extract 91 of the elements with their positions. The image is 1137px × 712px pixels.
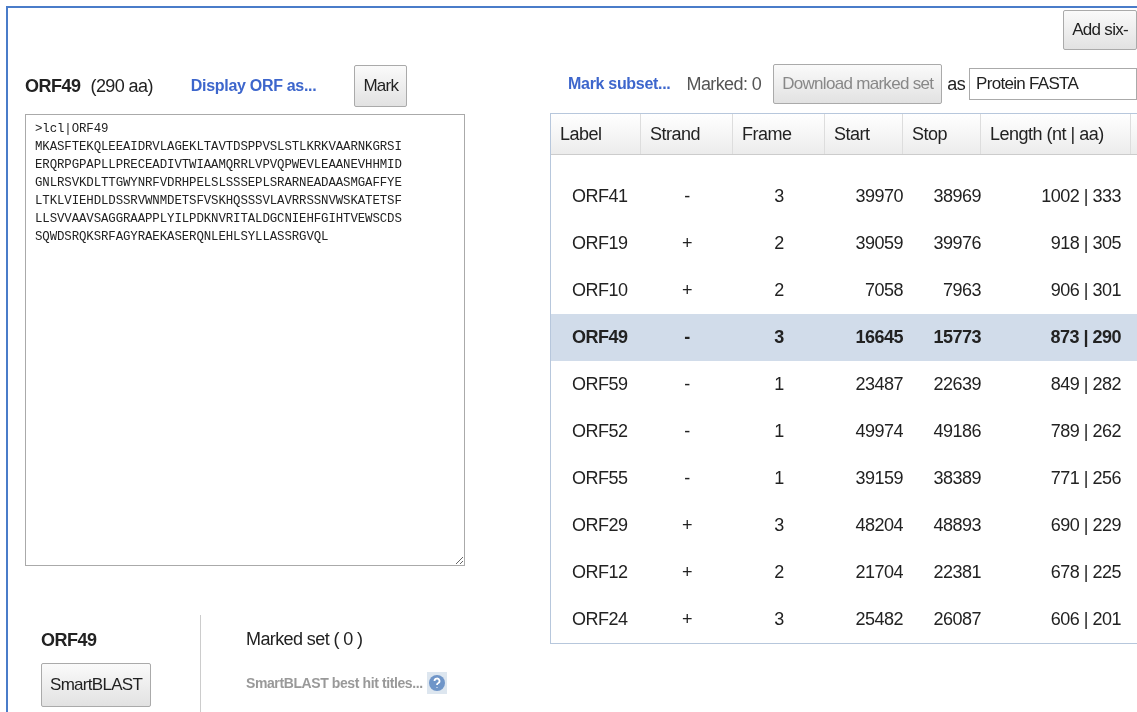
table-cell-text: 3 xyxy=(773,185,785,208)
table-cell-text: 906 | 301 xyxy=(1049,279,1122,302)
table-cell-text: 1 xyxy=(773,467,785,490)
table-cell-text: 3 xyxy=(773,608,785,631)
best-hit-titles-label: SmartBLAST best hit titles... xyxy=(246,675,423,691)
table-cell-text: - xyxy=(683,373,691,396)
table-cell-text: 15773 xyxy=(932,326,981,349)
table-cell-text: 678 | 225 xyxy=(1049,561,1122,584)
table-cell-text: 38389 xyxy=(932,467,981,490)
display-orf-link[interactable]: Display ORF as... xyxy=(190,77,317,95)
smartblast-button[interactable]: SmartBLAST xyxy=(41,663,152,707)
mark-button[interactable]: Mark xyxy=(354,65,408,107)
table-row[interactable]: ORF19 + 2 39059 39976 918 | 305 xyxy=(551,220,1137,267)
marked-count: Marked: 0 xyxy=(686,73,762,95)
table-cell-text: 22639 xyxy=(932,373,981,396)
table-cell-text: 48204 xyxy=(854,514,903,537)
table-cell-text: 16645 xyxy=(854,326,903,349)
table-cell-text: 2 xyxy=(773,279,785,302)
table-cell-text: + xyxy=(681,232,693,255)
table-cell-text: 7058 xyxy=(863,279,903,302)
table-cell-text: ORF41 xyxy=(571,185,629,208)
column-header[interactable]: Strand xyxy=(641,114,733,154)
sequence-text-area[interactable]: >lcl|ORF49 MKASFTEKQLEEAIDRVLAGEKLTAVTDSPPVSLSTLKRKVAARNKGRSI ERQRPGPAPLLPRECEADIVTWIAAMQRRLVPVQPWEVLEAANEVHHMID GNLRSVKDLTTGWYNRFVDRHPELSLSSSEPLSRARNEADAASMGAFFYE LTKLVIEHDLDSSRVWNMDETSFVSKHQSSSVLAVRRSSNVWSKATETSF LLSVVAAVSAGGRAAPPLYILPDKNVRITALDGCNIEHFGIHTVEWSCDS SQWDSRQKSRFAGYRAEKASERQNLEHLSYLLASSRGVQL xyxy=(25,114,465,566)
table-cell-text: - xyxy=(683,326,691,349)
table-cell-text: 771 | 256 xyxy=(1049,467,1122,490)
add-six-frame-button[interactable]: Add six- xyxy=(1063,10,1137,50)
column-header[interactable]: Stop xyxy=(903,114,981,154)
table-cell-text: ORF29 xyxy=(571,514,629,537)
table-cell-text: ORF49 xyxy=(571,326,629,349)
table-cell-text: 22381 xyxy=(932,561,981,584)
table-cell-text: + xyxy=(681,279,693,302)
table-cell-text: 2 xyxy=(773,232,785,255)
table-cell-text: 23487 xyxy=(854,373,903,396)
table-cell-text: + xyxy=(681,608,693,631)
table-cell-text: 918 | 305 xyxy=(1049,232,1122,255)
table-row[interactable]: ORF49 - 3 16645 15773 873 | 290 xyxy=(551,314,1137,361)
table-row[interactable]: ORF41 - 3 39970 38969 1002 | 333 xyxy=(551,173,1137,220)
table-cell-text: 3 xyxy=(773,514,785,537)
table-cell-text: 39159 xyxy=(854,467,903,490)
table-cell-text: ORF52 xyxy=(571,420,629,443)
table-cell-text: 48893 xyxy=(932,514,981,537)
table-cell-text: 1 xyxy=(773,373,785,396)
table-cell-text: ORF19 xyxy=(571,232,629,255)
table-cell-text: 789 | 262 xyxy=(1049,420,1122,443)
table-row[interactable]: ORF59 - 1 23487 22639 849 | 282 xyxy=(551,361,1137,408)
table-cell-text: - xyxy=(683,185,691,208)
orf-name: ORF49 xyxy=(25,75,81,97)
table-cell-text: 26087 xyxy=(932,608,981,631)
table-cell-text: 21704 xyxy=(854,561,903,584)
table-cell-text: ORF55 xyxy=(571,467,629,490)
column-header[interactable]: Frame xyxy=(733,114,825,154)
table-row[interactable]: ORF52 - 1 49974 49186 789 | 262 xyxy=(551,408,1137,455)
table-row[interactable]: ORF10 + 2 7058 7963 906 | 301 xyxy=(551,267,1137,314)
table-cell-text: + xyxy=(681,561,693,584)
table-cell-text: 25482 xyxy=(854,608,903,631)
table-cell-text: 3 xyxy=(773,326,785,349)
table-row[interactable]: ORF12 + 2 21704 22381 678 | 225 xyxy=(551,549,1137,596)
table-cell-text: + xyxy=(681,514,693,537)
table-cell-text: - xyxy=(683,467,691,490)
help-icon[interactable] xyxy=(426,672,447,694)
mark-subset-link[interactable]: Mark subset... xyxy=(568,75,671,93)
table-cell-text: 39970 xyxy=(854,185,903,208)
table-cell-text: 49974 xyxy=(854,420,903,443)
table-cell-text: ORF24 xyxy=(571,608,629,631)
table-cell-text: 1 xyxy=(773,420,785,443)
column-header[interactable]: Start xyxy=(825,114,903,154)
table-cell-text: 39059 xyxy=(854,232,903,255)
table-cell-text: ORF10 xyxy=(571,279,629,302)
table-row[interactable]: ORF29 + 3 48204 48893 690 | 229 xyxy=(551,502,1137,549)
marked-set-label: Marked set ( 0 ) xyxy=(246,629,364,650)
orf-length: (290 aa) xyxy=(90,75,153,97)
table-row[interactable]: ORF24 + 3 25482 26087 606 | 201 xyxy=(551,596,1137,643)
table-cell-text: 7963 xyxy=(941,279,981,302)
table-cell-text: 39976 xyxy=(932,232,981,255)
format-select[interactable]: Protein FASTA xyxy=(969,68,1137,100)
table-cell-text: 849 | 282 xyxy=(1049,373,1122,396)
table-cell-text: - xyxy=(683,420,691,443)
table-cell-text: 38969 xyxy=(932,185,981,208)
column-header[interactable]: Length (nt | aa) xyxy=(981,114,1131,154)
table-cell-text: 873 | 290 xyxy=(1049,326,1122,349)
table-cell-text: ORF59 xyxy=(571,373,629,396)
column-header[interactable]: Label xyxy=(551,114,641,154)
table-cell-text: 1002 | 333 xyxy=(1040,185,1122,208)
orf-name: ORF49 xyxy=(41,630,98,651)
table-cell-text: 690 | 229 xyxy=(1049,514,1122,537)
table-cell-text: 2 xyxy=(773,561,785,584)
table-row[interactable]: ORF55 - 1 39159 38389 771 | 256 xyxy=(551,455,1137,502)
as-label: as xyxy=(947,73,966,95)
table-cell-text: ORF12 xyxy=(571,561,629,584)
table-cell-text: 49186 xyxy=(932,420,981,443)
table-cell-text: 606 | 201 xyxy=(1049,608,1122,631)
